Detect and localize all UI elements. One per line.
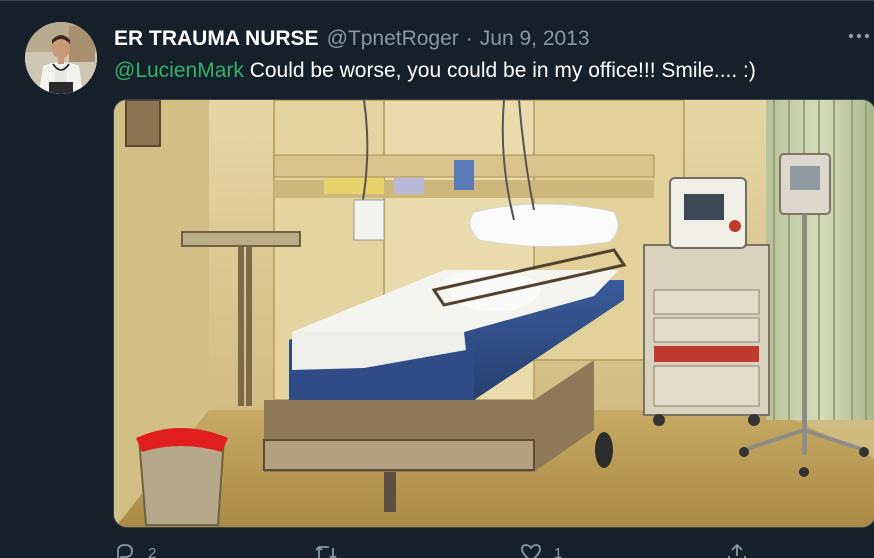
tweet-date[interactable]: Jun 9, 2013 (480, 27, 590, 51)
avatar-photo (25, 22, 97, 94)
like-count: 1 (554, 544, 563, 558)
retweet-button[interactable] (314, 542, 350, 558)
like-button[interactable]: 1 (520, 542, 562, 558)
reply-count: 2 (148, 544, 157, 558)
more-options-icon[interactable] (844, 23, 874, 49)
user-handle[interactable]: @TpnetRoger (327, 27, 459, 51)
tweet-header: ER TRAUMA NURSE @TpnetRoger · Jun 9, 201… (114, 25, 590, 53)
hospital-room-photo-icon (114, 100, 874, 527)
tweet[interactable]: ER TRAUMA NURSE @TpnetRoger · Jun 9, 201… (0, 0, 874, 558)
retweet-icon (315, 545, 337, 558)
share-button[interactable] (726, 542, 760, 558)
reply-icon (117, 544, 133, 558)
reply-button[interactable]: 2 (114, 542, 156, 558)
heart-icon (521, 544, 541, 558)
mention-link[interactable]: @LucienMark (114, 59, 244, 82)
tweet-body: Could be worse, you could be in my offic… (243, 59, 756, 82)
avatar[interactable] (25, 22, 97, 94)
display-name[interactable]: ER TRAUMA NURSE (114, 27, 319, 51)
action-bar: 2 1 (114, 543, 854, 558)
separator-dot: · (465, 27, 473, 50)
tweet-text: @LucienMark Could be worse, you could be… (114, 59, 756, 83)
share-icon (728, 543, 746, 558)
tweet-photo[interactable] (113, 99, 874, 528)
